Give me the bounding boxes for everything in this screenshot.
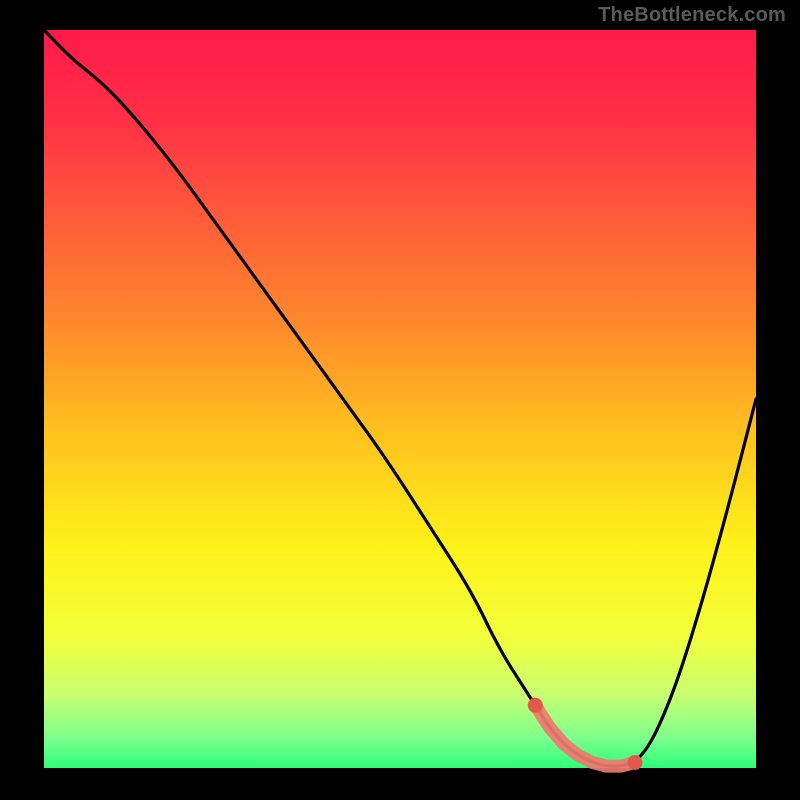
chart-frame: { "watermark": "TheBottleneck.com", "col…	[0, 0, 800, 800]
optimal-range-endpoint	[528, 698, 543, 713]
bottleneck-chart	[0, 0, 800, 800]
watermark-text: TheBottleneck.com	[598, 4, 786, 27]
optimal-range-endpoint	[627, 755, 642, 770]
plot-background	[44, 30, 756, 768]
